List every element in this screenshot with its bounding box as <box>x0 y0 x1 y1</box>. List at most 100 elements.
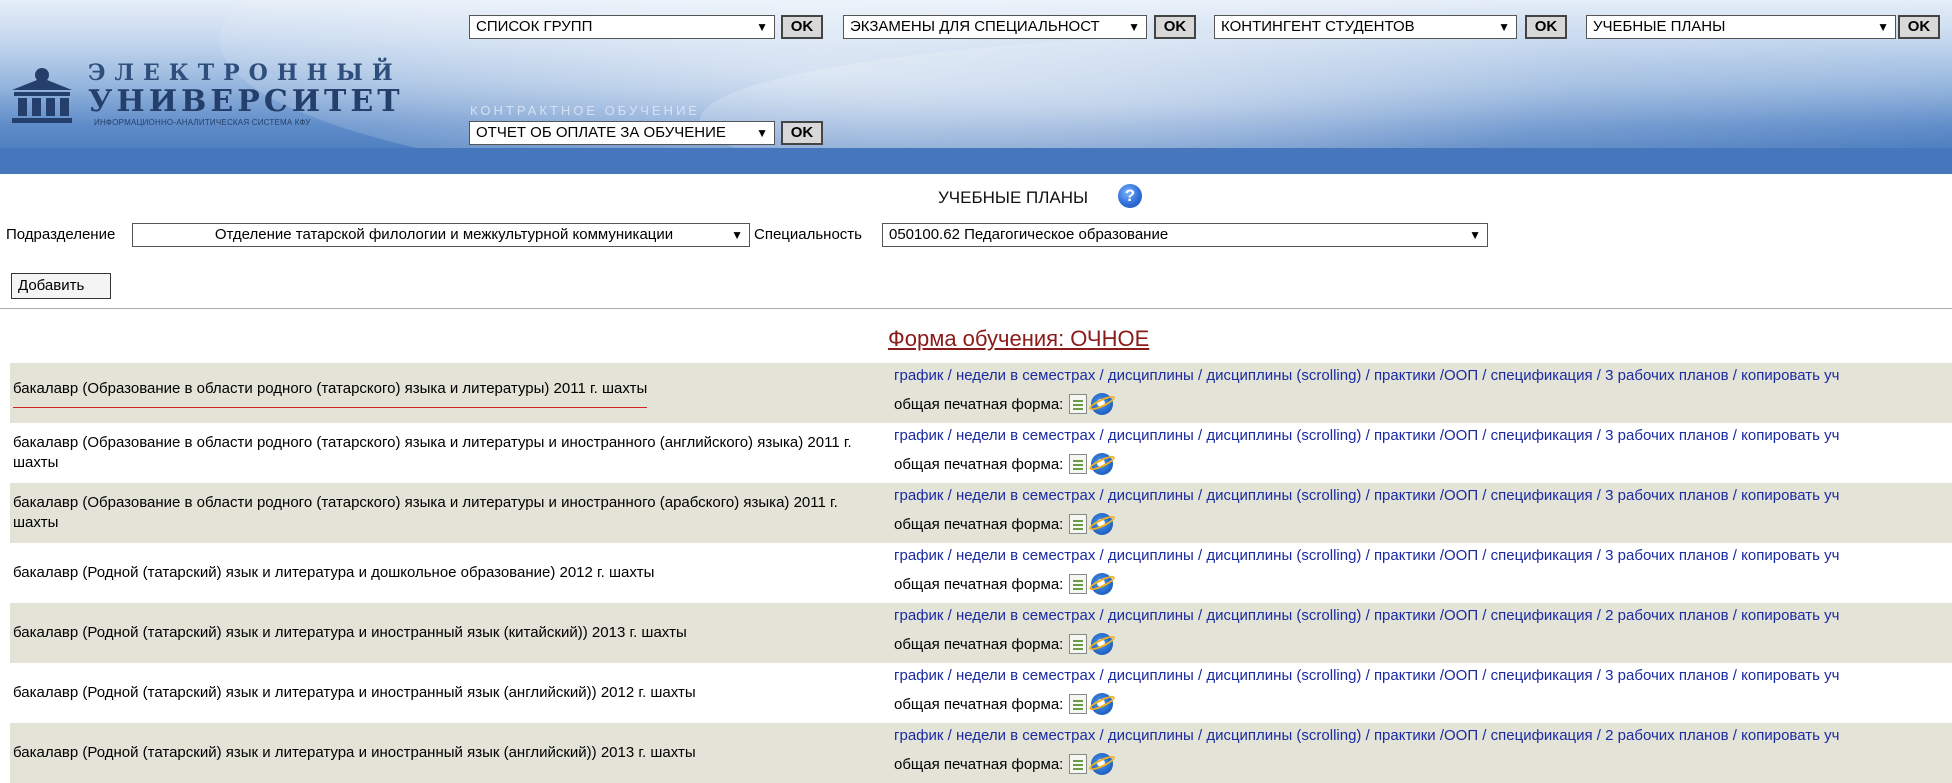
practices-link[interactable]: практики <box>1374 367 1436 384</box>
practices-link[interactable]: практики <box>1374 487 1436 504</box>
weeks-in-semesters-link[interactable]: недели в семестрах <box>956 607 1095 624</box>
browser-icon[interactable] <box>1091 453 1114 475</box>
document-icon[interactable] <box>1069 634 1088 654</box>
oop-link[interactable]: ООП <box>1444 427 1478 444</box>
work-plans-link[interactable]: 3 рабочих планов <box>1605 667 1728 684</box>
practices-link[interactable]: практики <box>1374 427 1436 444</box>
disciplines-scrolling-link[interactable]: дисциплины (scrolling) <box>1206 367 1361 384</box>
oop-link[interactable]: ООП <box>1444 367 1478 384</box>
disciplines-scrolling-link[interactable]: дисциплины (scrolling) <box>1206 727 1361 744</box>
exams-ok-button[interactable]: OK <box>1154 15 1196 39</box>
disciplines-link[interactable]: дисциплины <box>1108 607 1194 624</box>
groups-ok-button[interactable]: OK <box>781 15 823 39</box>
help-icon[interactable]: ? <box>1118 184 1142 208</box>
oop-link[interactable]: ООП <box>1444 547 1478 564</box>
study-plans-ok-button[interactable]: OK <box>1898 15 1940 39</box>
copy-plan-link[interactable]: копировать уч <box>1741 427 1839 444</box>
logo-text-electronic: ЭЛЕКТРОННЫЙ <box>88 60 402 86</box>
work-plans-link[interactable]: 2 рабочих планов <box>1605 727 1728 744</box>
browser-icon[interactable] <box>1091 633 1114 655</box>
schedule-link[interactable]: график <box>894 427 943 444</box>
work-plans-link[interactable]: 2 рабочих планов <box>1605 607 1728 624</box>
document-icon[interactable] <box>1069 754 1088 774</box>
link-separator: / <box>1728 487 1742 504</box>
work-plans-link[interactable]: 3 рабочих планов <box>1605 547 1728 564</box>
weeks-in-semesters-link[interactable]: недели в семестрах <box>956 487 1095 504</box>
study-plans-select[interactable]: УЧЕБНЫЕ ПЛАНЫ ▼ <box>1586 15 1896 39</box>
specification-link[interactable]: спецификация <box>1491 667 1593 684</box>
browser-icon[interactable] <box>1091 393 1114 415</box>
payment-report-ok-button[interactable]: OK <box>781 121 823 145</box>
groups-list-select[interactable]: СПИСОК ГРУПП ▼ <box>469 15 775 39</box>
link-separator: / <box>1095 367 1108 384</box>
specification-link[interactable]: спецификация <box>1491 367 1593 384</box>
disciplines-link[interactable]: дисциплины <box>1108 667 1194 684</box>
weeks-in-semesters-link[interactable]: недели в семестрах <box>956 427 1095 444</box>
students-contingent-select[interactable]: КОНТИНГЕНТ СТУДЕНТОВ ▼ <box>1214 15 1517 39</box>
specification-link[interactable]: спецификация <box>1491 487 1593 504</box>
disciplines-link[interactable]: дисциплины <box>1108 487 1194 504</box>
browser-icon[interactable] <box>1091 513 1114 535</box>
plan-name: бакалавр (Образование в области родного … <box>13 363 873 423</box>
disciplines-link[interactable]: дисциплины <box>1108 427 1194 444</box>
site-logo[interactable]: ЭЛЕКТРОННЫЙ УНИВЕРСИТЕТ ИНФОРМАЦИОННО-АН… <box>10 58 400 138</box>
practices-link[interactable]: практики <box>1374 727 1436 744</box>
link-separator: / <box>1435 487 1445 504</box>
document-icon[interactable] <box>1069 454 1088 474</box>
work-plans-link[interactable]: 3 рабочих планов <box>1605 367 1728 384</box>
schedule-link[interactable]: график <box>894 487 943 504</box>
weeks-in-semesters-link[interactable]: недели в семестрах <box>956 547 1095 564</box>
disciplines-scrolling-link[interactable]: дисциплины (scrolling) <box>1206 487 1361 504</box>
oop-link[interactable]: ООП <box>1444 487 1478 504</box>
exams-select[interactable]: ЭКЗАМЕНЫ ДЛЯ СПЕЦИАЛЬНОСТ ▼ <box>843 15 1147 39</box>
copy-plan-link[interactable]: копировать уч <box>1741 667 1839 684</box>
copy-plan-link[interactable]: копировать уч <box>1741 727 1839 744</box>
copy-plan-link[interactable]: копировать уч <box>1741 607 1839 624</box>
work-plans-link[interactable]: 3 рабочих планов <box>1605 487 1728 504</box>
oop-link[interactable]: ООП <box>1444 667 1478 684</box>
schedule-link[interactable]: график <box>894 607 943 624</box>
specification-link[interactable]: спецификация <box>1491 607 1593 624</box>
contingent-ok-button[interactable]: OK <box>1525 15 1567 39</box>
disciplines-scrolling-link[interactable]: дисциплины (scrolling) <box>1206 427 1361 444</box>
disciplines-scrolling-link[interactable]: дисциплины (scrolling) <box>1206 607 1361 624</box>
schedule-link[interactable]: график <box>894 667 943 684</box>
disciplines-link[interactable]: дисциплины <box>1108 547 1194 564</box>
document-icon[interactable] <box>1069 394 1088 414</box>
link-separator: / <box>1193 547 1207 564</box>
schedule-link[interactable]: график <box>894 727 943 744</box>
copy-plan-link[interactable]: копировать уч <box>1741 487 1839 504</box>
oop-link[interactable]: ООП <box>1444 727 1478 744</box>
practices-link[interactable]: практики <box>1374 607 1436 624</box>
schedule-link[interactable]: график <box>894 547 943 564</box>
browser-icon[interactable] <box>1091 753 1114 775</box>
practices-link[interactable]: практики <box>1374 667 1436 684</box>
browser-icon[interactable] <box>1091 693 1114 715</box>
contract-education-label: КОНТРАКТНОЕ ОБУЧЕНИЕ <box>470 103 700 118</box>
practices-link[interactable]: практики <box>1374 547 1436 564</box>
disciplines-scrolling-link[interactable]: дисциплины (scrolling) <box>1206 667 1361 684</box>
specification-link[interactable]: спецификация <box>1491 727 1593 744</box>
add-button[interactable]: Добавить <box>11 273 111 299</box>
schedule-link[interactable]: график <box>894 367 943 384</box>
oop-link[interactable]: ООП <box>1444 607 1478 624</box>
specification-link[interactable]: спецификация <box>1491 547 1593 564</box>
copy-plan-link[interactable]: копировать уч <box>1741 367 1839 384</box>
disciplines-link[interactable]: дисциплины <box>1108 367 1194 384</box>
document-icon[interactable] <box>1069 694 1088 714</box>
weeks-in-semesters-link[interactable]: недели в семестрах <box>956 727 1095 744</box>
work-plans-link[interactable]: 3 рабочих планов <box>1605 427 1728 444</box>
division-select[interactable]: Отделение татарской филологии и межкульт… <box>132 223 750 247</box>
payment-report-select[interactable]: ОТЧЕТ ОБ ОПЛАТЕ ЗА ОБУЧЕНИЕ ▼ <box>469 121 775 145</box>
disciplines-link[interactable]: дисциплины <box>1108 727 1194 744</box>
weeks-in-semesters-link[interactable]: недели в семестрах <box>956 667 1095 684</box>
link-separator: / <box>1095 547 1108 564</box>
browser-icon[interactable] <box>1091 573 1114 595</box>
disciplines-scrolling-link[interactable]: дисциплины (scrolling) <box>1206 547 1361 564</box>
document-icon[interactable] <box>1069 574 1088 594</box>
specialty-select[interactable]: 050100.62 Педагогическое образование ▼ <box>882 223 1488 247</box>
weeks-in-semesters-link[interactable]: недели в семестрах <box>956 367 1095 384</box>
specification-link[interactable]: спецификация <box>1491 427 1593 444</box>
copy-plan-link[interactable]: копировать уч <box>1741 547 1839 564</box>
document-icon[interactable] <box>1069 514 1088 534</box>
